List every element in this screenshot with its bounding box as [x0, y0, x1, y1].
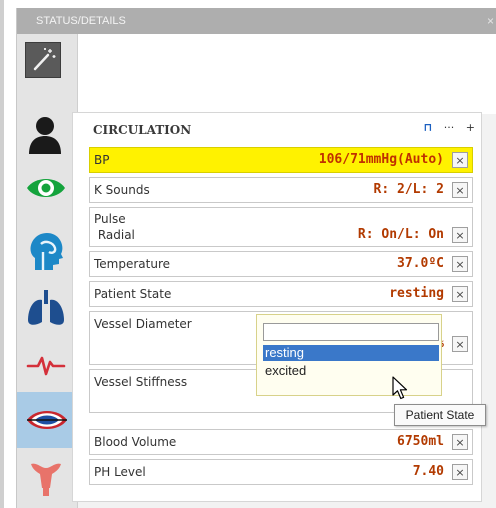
row-value: resting: [389, 286, 444, 301]
circulation-panel: CIRCULATION ⊓ ··· + BP 106/71mmHg(Auto) …: [72, 112, 482, 502]
head-airway-icon: [30, 232, 63, 270]
window-title: STATUS/DETAILS: [36, 15, 126, 27]
row-value: 6750ml: [397, 434, 444, 449]
category-sidebar: [17, 34, 78, 508]
remove-button[interactable]: ×: [452, 227, 468, 243]
row-value: 7.40: [412, 464, 444, 479]
row-sublabel: Radial: [94, 228, 135, 242]
row-label: Patient State: [94, 287, 172, 301]
more-options-icon[interactable]: ···: [444, 121, 455, 134]
remove-button[interactable]: ×: [452, 464, 468, 480]
toolbar-area: [78, 34, 496, 114]
patient-state-dropdown[interactable]: resting excited: [256, 314, 442, 396]
title-bar: STATUS/DETAILS ×: [17, 8, 496, 34]
panel-title: CIRCULATION: [93, 123, 192, 137]
remove-button[interactable]: ×: [452, 434, 468, 450]
row-value: 37.0ºC: [397, 256, 444, 271]
row-blood-volume[interactable]: Blood Volume 6750ml ×: [89, 429, 473, 455]
row-ph-level[interactable]: PH Level 7.40 ×: [89, 459, 473, 485]
sidebar-item-vessels[interactable]: [17, 392, 77, 448]
row-label: Pulse: [94, 212, 126, 226]
dropdown-option-excited[interactable]: excited: [263, 363, 439, 379]
row-label: Temperature: [94, 257, 171, 271]
pin-icon[interactable]: ⊓: [424, 121, 433, 134]
add-icon[interactable]: +: [466, 121, 475, 134]
row-k-sounds[interactable]: K Sounds R: 2/L: 2 ×: [89, 177, 473, 203]
sidebar-item-airway[interactable]: [17, 220, 77, 276]
sidebar-item-uterus[interactable]: [17, 450, 77, 506]
remove-button[interactable]: ×: [452, 286, 468, 302]
left-edge: [0, 0, 4, 508]
uterus-icon: [31, 463, 61, 496]
row-patient-state[interactable]: Patient State resting ×: [89, 281, 473, 307]
remove-button[interactable]: ×: [452, 182, 468, 198]
sidebar-item-eye[interactable]: [17, 162, 77, 218]
person-icon: [29, 117, 61, 154]
sidebar-item-lungs[interactable]: [17, 278, 77, 334]
row-value: 106/71mmHg(Auto): [318, 152, 444, 167]
mouse-cursor-icon: [392, 376, 408, 400]
eye-icon: [27, 179, 65, 197]
heartbeat-icon: [26, 356, 66, 376]
row-label: Vessel Diameter: [94, 317, 192, 331]
row-label: Vessel Stiffness: [94, 375, 188, 389]
row-value: R: On/L: On: [357, 227, 444, 242]
row-label: Blood Volume: [94, 435, 177, 449]
row-pulse[interactable]: Pulse Radial R: On/L: On ×: [89, 207, 473, 247]
dropdown-input[interactable]: [263, 323, 439, 341]
dropdown-option-resting[interactable]: resting: [263, 345, 439, 361]
row-bp[interactable]: BP 106/71mmHg(Auto) ×: [89, 147, 473, 173]
row-label: K Sounds: [94, 183, 150, 197]
remove-button[interactable]: ×: [452, 256, 468, 272]
lungs-icon: [28, 290, 64, 325]
vessels-icon: [27, 411, 67, 429]
row-label: PH Level: [94, 465, 146, 479]
tooltip: Patient State: [394, 404, 486, 426]
remove-button[interactable]: ×: [452, 336, 468, 352]
row-value: R: 2/L: 2: [373, 182, 444, 197]
sidebar-item-person[interactable]: [17, 106, 77, 162]
magic-wand-icon[interactable]: [25, 42, 61, 78]
panel-header: CIRCULATION ⊓ ··· +: [73, 113, 481, 147]
row-temperature[interactable]: Temperature 37.0ºC ×: [89, 251, 473, 277]
sidebar-item-wand[interactable]: [17, 34, 77, 90]
remove-button[interactable]: ×: [452, 152, 468, 168]
close-button[interactable]: ×: [487, 8, 494, 34]
sidebar-item-heartbeat[interactable]: [17, 336, 77, 392]
row-label: BP: [94, 153, 110, 167]
